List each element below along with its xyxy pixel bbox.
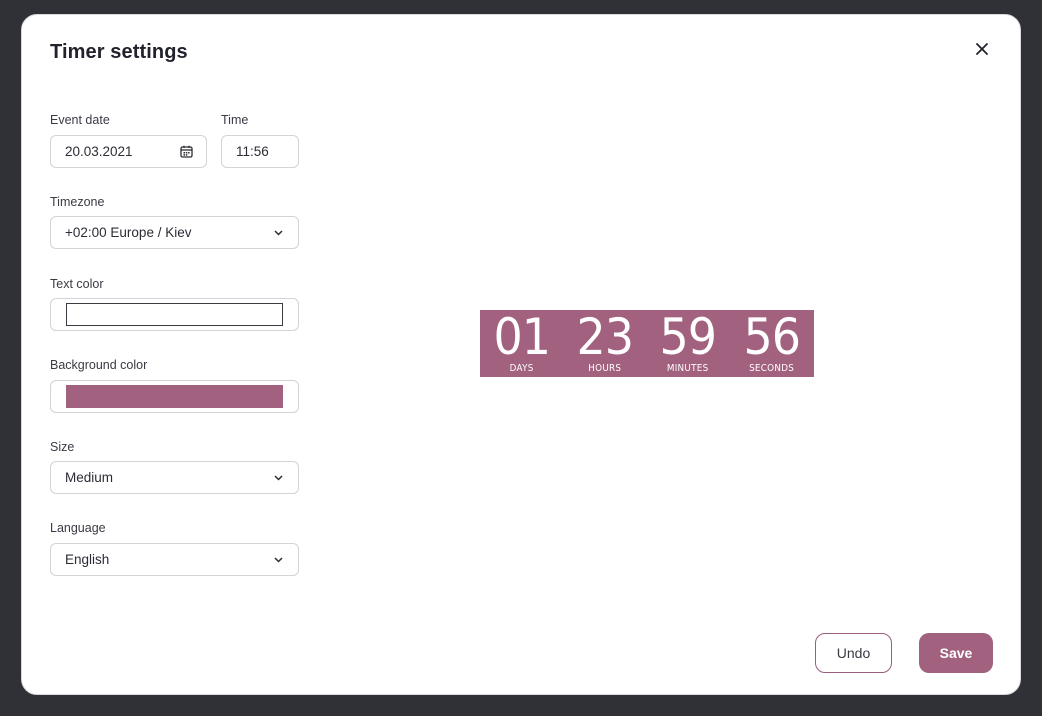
background-color-picker[interactable]: [50, 380, 299, 413]
undo-button[interactable]: Undo: [815, 633, 892, 673]
size-select[interactable]: Medium: [50, 461, 299, 494]
size-value: Medium: [65, 470, 114, 485]
timezone-label: Timezone: [50, 195, 105, 209]
event-date-input[interactable]: 20.03.2021: [50, 135, 207, 168]
countdown-hours: 23 HOURS: [563, 310, 647, 377]
countdown-minutes: 59 MINUTES: [647, 310, 729, 377]
background-color-label: Background color: [50, 358, 148, 372]
countdown-hours-value: 23: [576, 308, 635, 366]
text-color-picker[interactable]: [50, 298, 299, 331]
size-label: Size: [50, 440, 75, 454]
timezone-value: +02:00 Europe / Kiev: [65, 225, 192, 240]
chevron-down-icon: [270, 552, 286, 568]
countdown-days: 01 DAYS: [480, 310, 563, 377]
countdown-seconds: 56 SECONDS: [729, 310, 814, 377]
dialog-title: Timer settings: [50, 41, 188, 63]
language-select[interactable]: English: [50, 543, 299, 576]
timezone-select[interactable]: +02:00 Europe / Kiev: [50, 216, 299, 249]
text-color-swatch[interactable]: [66, 303, 283, 326]
countdown-seconds-label: SECONDS: [748, 363, 795, 374]
save-button[interactable]: Save: [919, 633, 993, 673]
close-icon: [976, 43, 988, 55]
language-value: English: [65, 552, 110, 567]
event-date-label: Event date: [50, 113, 110, 127]
timer-settings-dialog: Timer settings Event date 20.03.2021 Tim…: [21, 14, 1021, 695]
countdown-hours-label: HOURS: [588, 363, 622, 374]
countdown-minutes-value: 59: [659, 308, 718, 366]
calendar-icon[interactable]: [178, 144, 194, 160]
time-label: Time: [221, 113, 249, 127]
event-date-value: 20.03.2021: [65, 144, 133, 159]
text-color-label: Text color: [50, 277, 104, 291]
countdown-minutes-label: MINUTES: [667, 363, 709, 374]
language-label: Language: [50, 521, 106, 535]
countdown-seconds-value: 56: [743, 308, 801, 366]
countdown-days-value: 01: [493, 308, 551, 366]
close-button[interactable]: [970, 37, 994, 61]
background-color-swatch[interactable]: [66, 385, 283, 408]
time-value: 11:56: [236, 144, 269, 159]
time-input[interactable]: 11:56: [221, 135, 299, 168]
countdown-days-label: DAYS: [509, 363, 534, 374]
chevron-down-icon: [270, 225, 286, 241]
chevron-down-icon: [270, 470, 286, 486]
countdown-preview: 01 DAYS 23 HOURS 59 MINUTES 56 SECONDS: [480, 310, 814, 377]
